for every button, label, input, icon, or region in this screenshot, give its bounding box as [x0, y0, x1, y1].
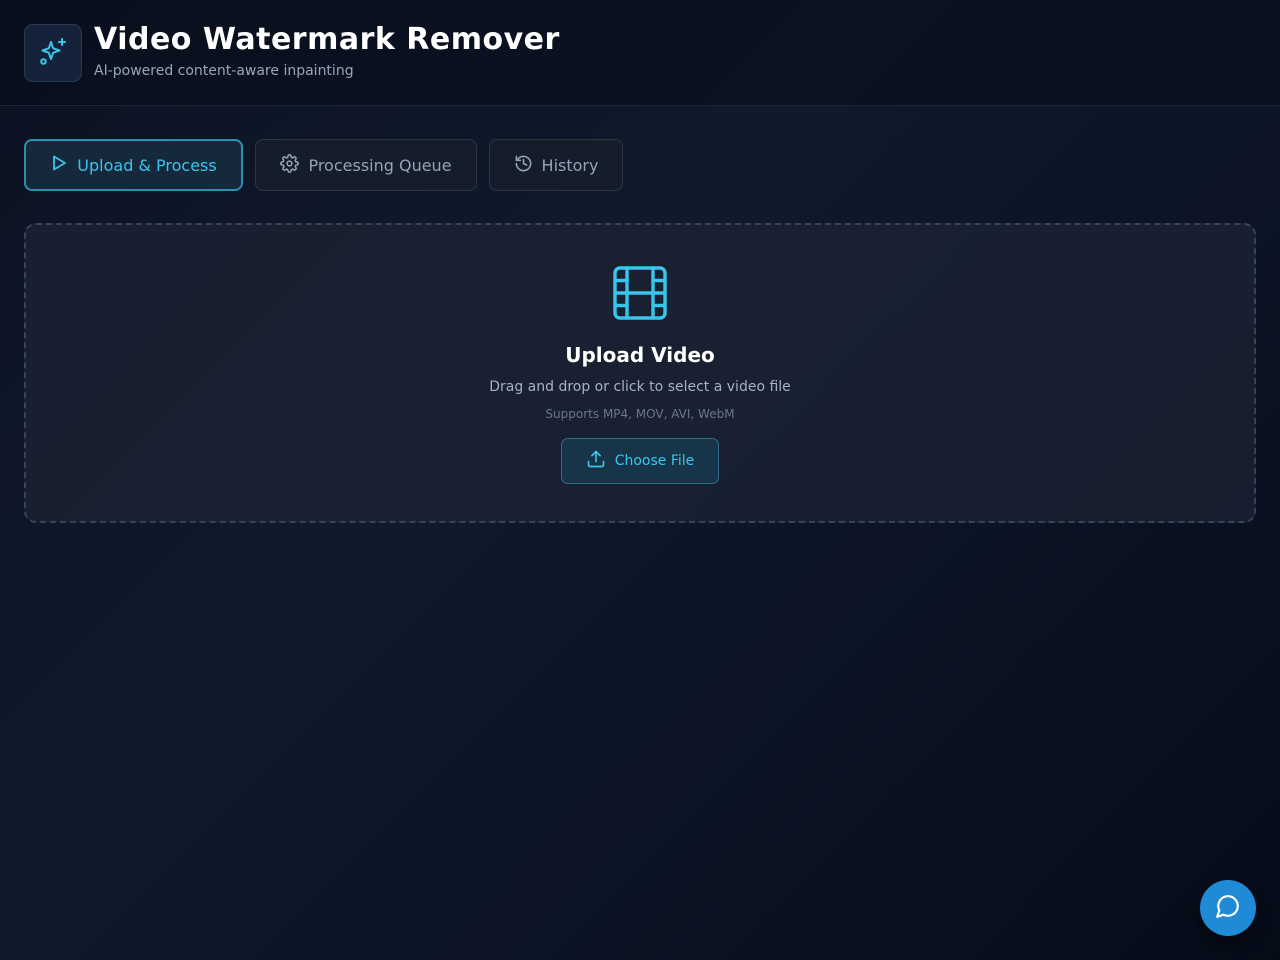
sparkles-icon	[36, 34, 70, 72]
upload-dropzone[interactable]: Upload Video Drag and drop or click to s…	[24, 223, 1256, 523]
choose-file-button[interactable]: Choose File	[561, 438, 719, 484]
app-logo	[24, 24, 82, 82]
film-icon	[612, 265, 668, 325]
play-icon	[50, 154, 68, 176]
tab-upload-process[interactable]: Upload & Process	[24, 139, 243, 191]
tab-label: Upload & Process	[77, 155, 217, 175]
upload-title: Upload Video	[565, 343, 715, 367]
chat-button[interactable]	[1200, 880, 1256, 936]
upload-icon	[586, 449, 606, 473]
tab-history[interactable]: History	[489, 139, 623, 191]
history-icon	[514, 154, 533, 177]
tab-processing-queue[interactable]: Processing Queue	[255, 139, 477, 191]
app-header: Video Watermark Remover AI-powered conte…	[0, 0, 1280, 106]
upload-hint: Drag and drop or click to select a video…	[489, 379, 791, 395]
gear-icon	[280, 153, 300, 177]
app-title: Video Watermark Remover	[94, 22, 560, 57]
tab-label: Processing Queue	[308, 155, 452, 175]
choose-file-label: Choose File	[614, 453, 695, 469]
supported-formats: Supports MP4, MOV, AVI, WebM	[545, 407, 735, 421]
tab-label: History	[541, 155, 599, 175]
app-subtitle: AI-powered content-aware inpainting	[94, 63, 354, 79]
chat-bubble-icon	[1215, 893, 1241, 923]
